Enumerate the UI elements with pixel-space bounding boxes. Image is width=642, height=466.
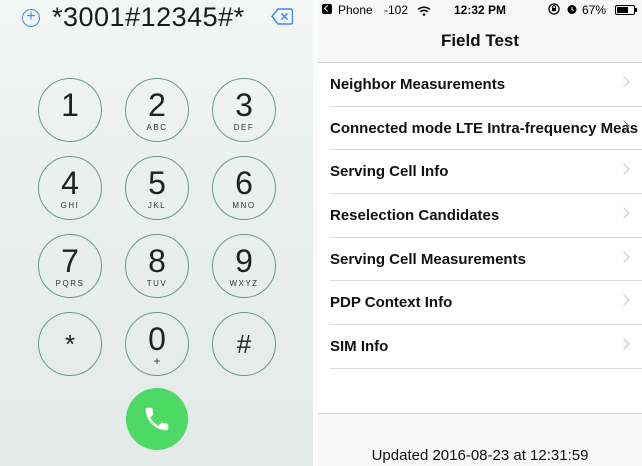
delete-icon[interactable] bbox=[271, 8, 294, 25]
update-footer: Updated 2016-08-23 at 12:31:59 bbox=[318, 413, 642, 466]
signal-strength: -102 bbox=[384, 3, 409, 17]
key-letters: DEF bbox=[233, 123, 255, 132]
add-contact-icon[interactable]: + bbox=[22, 9, 40, 27]
key-9[interactable]: 9 WXYZ bbox=[212, 234, 276, 298]
last-updated-text: Updated 2016-08-23 at 12:31:59 bbox=[371, 447, 589, 464]
status-bar: Phone -102 12:32 PM 67% bbox=[318, 0, 642, 20]
key-hash[interactable]: # bbox=[212, 312, 276, 376]
key-digit: 7 bbox=[61, 243, 79, 279]
key-digit: 5 bbox=[148, 165, 166, 201]
back-arrow-icon[interactable] bbox=[322, 4, 332, 14]
page-title: Field Test bbox=[440, 31, 520, 50]
list-item-label: PDP Context Info bbox=[330, 294, 453, 312]
list-item-label: Neighbor Measurements bbox=[330, 76, 506, 93]
list-item-label: Reselection Candidates bbox=[330, 207, 500, 225]
key-2[interactable]: 2 ABC bbox=[125, 78, 189, 142]
list-item-label: Serving Cell Measurements bbox=[330, 250, 526, 268]
list-item-label: Serving Cell Info bbox=[330, 163, 449, 181]
key-letters: WXYZ bbox=[229, 279, 259, 288]
list-item-sim-info[interactable]: SIM Info bbox=[330, 325, 642, 369]
phone-icon bbox=[145, 407, 169, 431]
chevron-right-icon bbox=[618, 294, 630, 307]
list-item-lte-intra-frequency[interactable]: Connected mode LTE Intra-frequency Meas bbox=[330, 107, 642, 151]
key-digit: # bbox=[236, 329, 252, 359]
back-to-app-label[interactable]: Phone bbox=[338, 3, 373, 17]
list-item-serving-cell-measurements[interactable]: Serving Cell Measurements bbox=[330, 238, 642, 282]
field-test-panel: Phone -102 12:32 PM 67% Field Test Neigh… bbox=[318, 0, 642, 466]
dialed-number: *3001#12345#* bbox=[52, 2, 245, 32]
key-digit: 6 bbox=[235, 165, 253, 201]
chevron-right-icon bbox=[618, 76, 630, 88]
rotation-lock-icon bbox=[548, 3, 560, 18]
field-test-list: Neighbor Measurements Connected mode LTE… bbox=[318, 63, 642, 369]
key-letters: JKL bbox=[147, 201, 167, 210]
key-6[interactable]: 6 MNO bbox=[212, 156, 276, 220]
key-5[interactable]: 5 JKL bbox=[125, 156, 189, 220]
key-letters: GHI bbox=[60, 201, 80, 210]
list-item-reselection-candidates[interactable]: Reselection Candidates bbox=[330, 194, 642, 238]
key-8[interactable]: 8 TUV bbox=[125, 234, 189, 298]
key-digit: 9 bbox=[235, 243, 253, 279]
dialer-header: + *3001#12345#* bbox=[0, 0, 313, 38]
list-item-neighbor-measurements[interactable]: Neighbor Measurements bbox=[330, 63, 642, 107]
wifi-icon bbox=[417, 5, 431, 19]
nav-bar: Field Test bbox=[318, 20, 642, 63]
list-item-label: SIM Info bbox=[330, 338, 389, 356]
chevron-right-icon bbox=[618, 163, 630, 176]
key-star[interactable]: * bbox=[38, 312, 102, 376]
key-digit: 1 bbox=[61, 87, 79, 123]
battery-icon bbox=[615, 5, 637, 15]
key-digit: 2 bbox=[148, 87, 166, 123]
key-7[interactable]: 7 PQRS bbox=[38, 234, 102, 298]
dialer-panel: + *3001#12345#* 1 2 ABC 3 DEF 4 GHI 5 JK… bbox=[0, 0, 313, 466]
key-digit: 4 bbox=[61, 165, 79, 201]
list-item-serving-cell-info[interactable]: Serving Cell Info bbox=[330, 150, 642, 195]
key-digit: * bbox=[64, 329, 76, 359]
key-digit: 8 bbox=[148, 243, 166, 279]
list-item-pdp-context-info[interactable]: PDP Context Info bbox=[330, 281, 642, 326]
list-item-label: Connected mode LTE Intra-frequency Meas bbox=[330, 119, 639, 137]
key-digit: 0 bbox=[148, 321, 166, 357]
battery-percent: 67% bbox=[582, 3, 607, 17]
key-3[interactable]: 3 DEF bbox=[212, 78, 276, 142]
key-digit: 3 bbox=[235, 87, 253, 123]
key-letters: TUV bbox=[146, 279, 168, 288]
chevron-right-icon bbox=[618, 338, 630, 350]
call-button[interactable] bbox=[126, 388, 188, 450]
chevron-right-icon bbox=[618, 207, 630, 219]
key-letters: MNO bbox=[232, 201, 256, 210]
key-letters: PQRS bbox=[55, 279, 85, 288]
key-letters: ABC bbox=[146, 123, 168, 132]
key-0[interactable]: 0 + bbox=[125, 312, 189, 376]
alarm-icon bbox=[566, 3, 578, 18]
key-1[interactable]: 1 bbox=[38, 78, 102, 142]
key-letters: + bbox=[153, 354, 161, 368]
chevron-right-icon bbox=[618, 251, 630, 263]
status-time: 12:32 PM bbox=[454, 3, 507, 17]
key-4[interactable]: 4 GHI bbox=[38, 156, 102, 220]
